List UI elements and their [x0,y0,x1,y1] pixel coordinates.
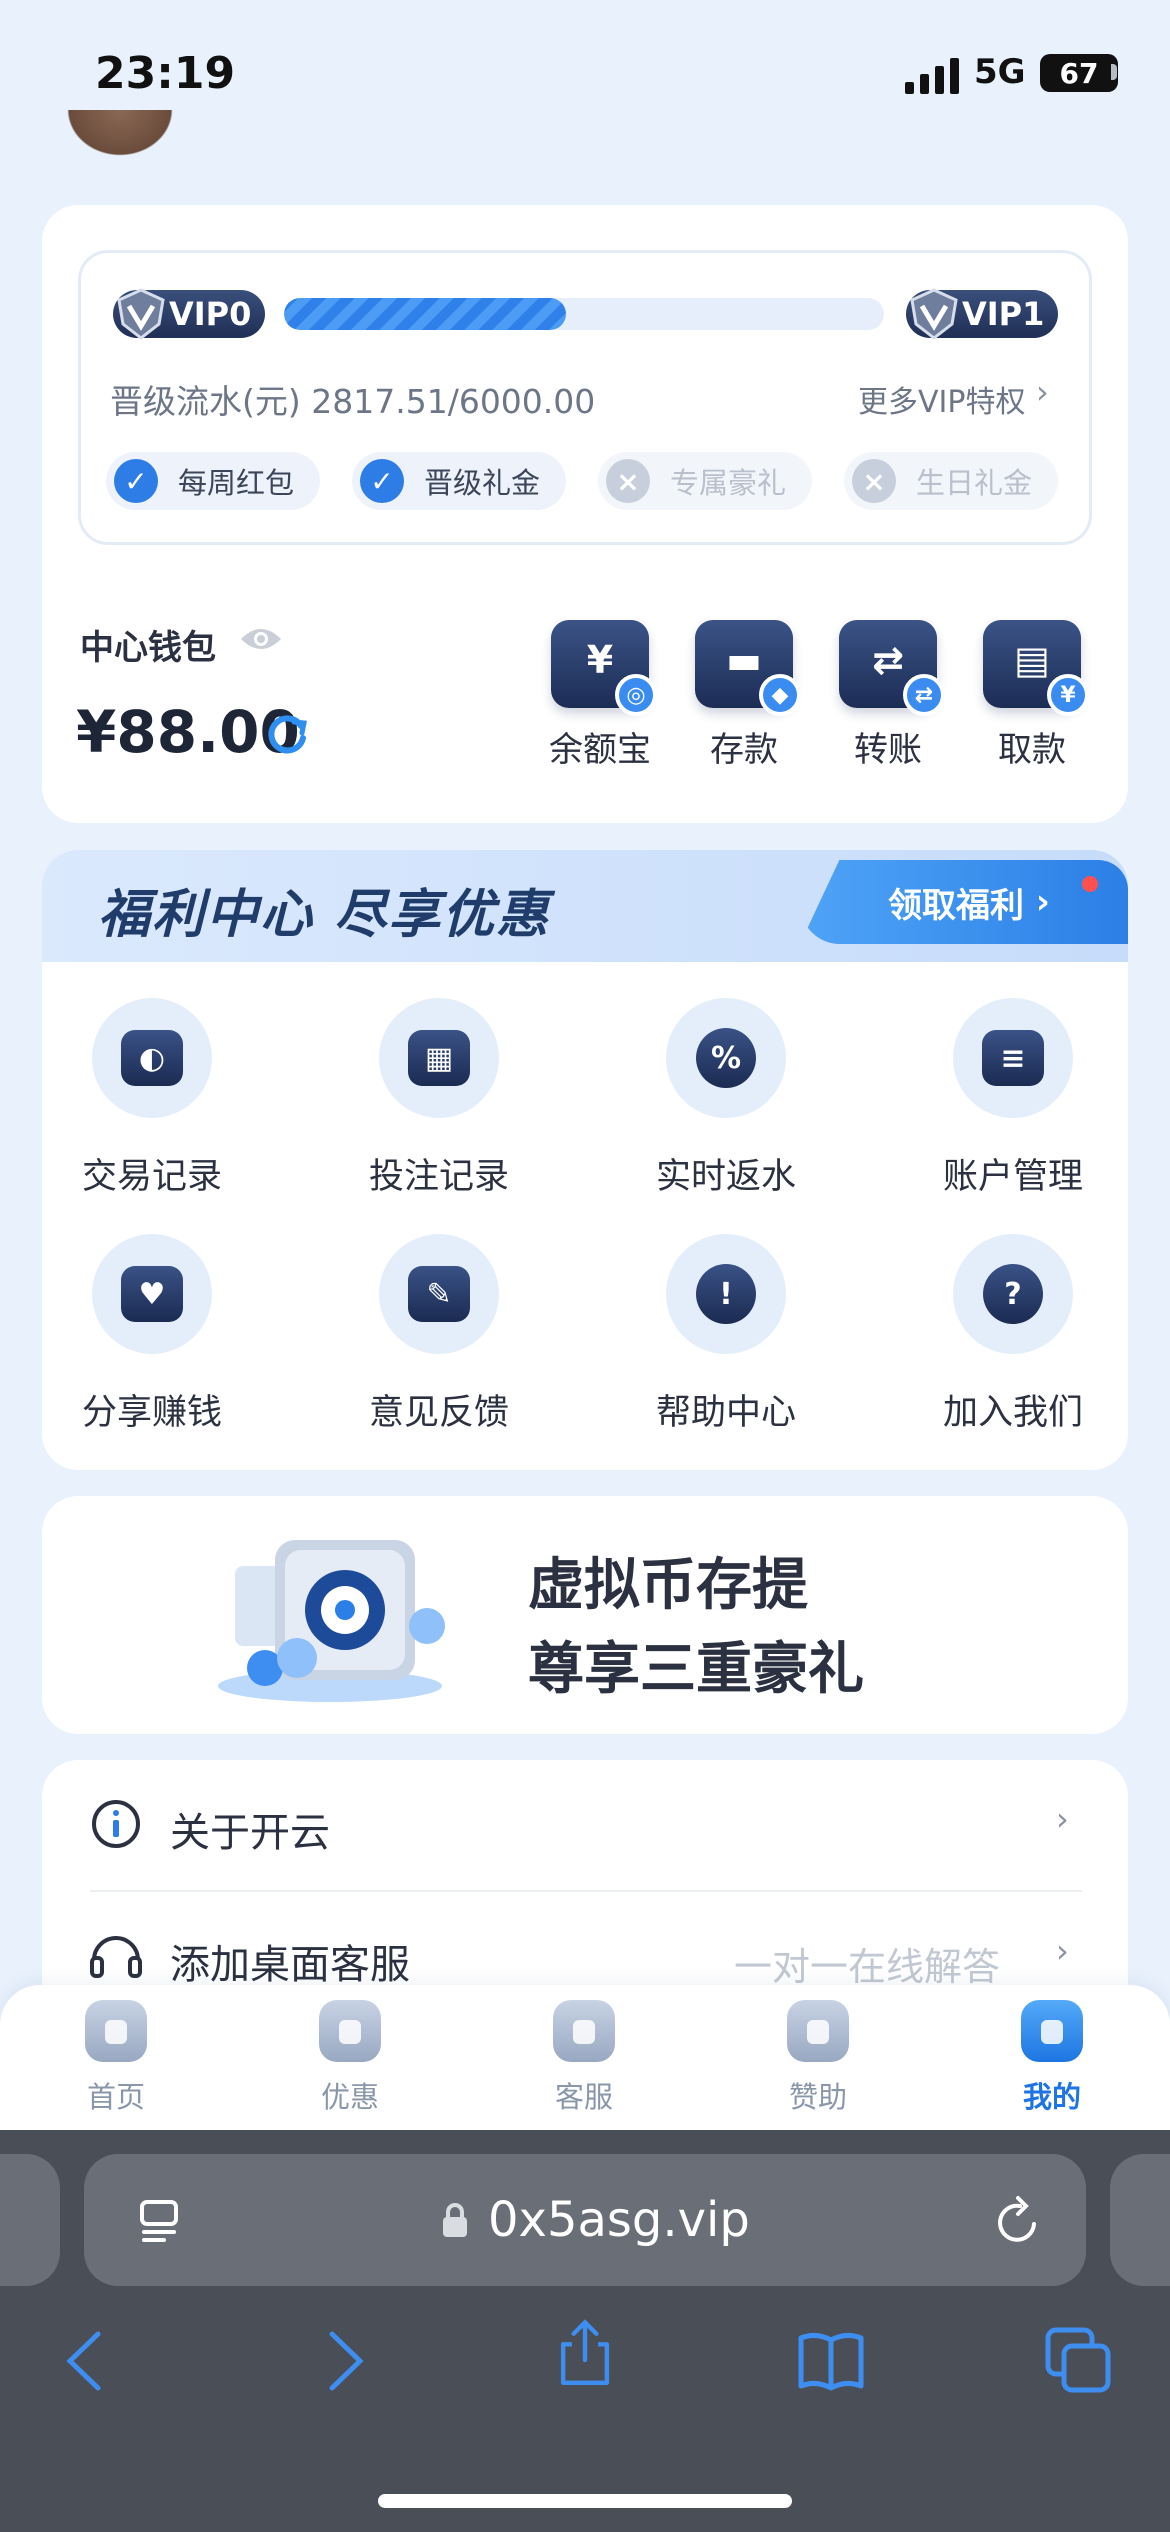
perk-label: 晋级礼金 [424,466,541,500]
cross-icon: × [606,459,650,503]
battery-level: 67 [1059,56,1099,90]
grid-join-us[interactable]: ? 加入我们 [913,1234,1113,1435]
headset-icon [553,2000,615,2062]
question-icon: ? [953,1234,1073,1354]
percent-badge-icon: % [666,998,786,1118]
more-vip-link[interactable]: 更多VIP特权 [858,377,1025,421]
wallet-icon: ◐ [92,998,212,1118]
tab-mine[interactable]: 我的 [982,2000,1122,2116]
vip-progress-text: 晋级流水(元) 2817.51/6000.00 [110,382,596,421]
banner-headline: 虚拟币存提 [528,1553,808,1618]
divider [90,1890,1082,1892]
home-icon [85,2000,147,2062]
grid-transaction-records[interactable]: ◐ 交易记录 [52,998,252,1199]
grid-account-management[interactable]: ≡ 账户管理 [913,998,1113,1199]
signal-icon [905,58,959,94]
transfer-icon: ⇄ ⇄ [839,620,945,716]
notification-dot [1082,876,1098,892]
check-icon: ✓ [114,459,158,503]
grid-share-earn[interactable]: ♥ 分享赚钱 [52,1234,252,1435]
cross-icon: × [852,459,896,503]
profile-icon [1021,2000,1083,2062]
chevron-right-icon[interactable]: › [1056,1800,1069,1838]
transfer-button[interactable]: ⇄ ⇄ 转账 [828,620,948,771]
adjacent-tab-right[interactable] [1110,2154,1170,2286]
vip-progress-fill [284,298,566,330]
lock-icon [443,2203,467,2237]
withdraw-label: 取款 [998,730,1066,770]
vip-progress-bar [284,298,884,330]
battery-icon: 67 [1040,54,1118,92]
perk-exclusive-gift: × 专属豪礼 [598,452,812,510]
claim-welfare-label: 领取福利 [888,885,1024,926]
reader-icon[interactable] [134,2196,184,2246]
vip-shield-icon [117,288,165,340]
withdraw-button[interactable]: ▤ ¥ 取款 [972,620,1092,771]
info-icon [92,1800,140,1848]
tab-promotions[interactable]: 优惠 [280,2000,420,2116]
vip-current-label: VIP0 [169,295,252,333]
deposit-icon: ▬ ◆ [695,620,801,716]
edit-note-icon: ✎ [379,1234,499,1354]
vip-shield-icon [910,288,958,340]
tabs-icon[interactable] [1044,2326,1114,2396]
url-text[interactable]: 0x5asg.vip [488,2192,750,2248]
vip-current-badge: VIP0 [113,288,265,340]
alert-icon: ! [666,1234,786,1354]
tab-sponsor[interactable]: 赞助 [748,2000,888,2116]
grid-bet-records[interactable]: ▦ 投注记录 [339,998,539,1199]
wallet-label: 中心钱包 [80,628,216,668]
perk-weekly-redpacket: ✓ 每周红包 [106,452,320,510]
banner-subline: 尊享三重豪礼 [528,1637,864,1702]
add-desktop-service-hint: 一对一在线解答 [734,1945,1001,1989]
eye-icon[interactable] [238,622,284,656]
welfare-title: 福利中心 尽享优惠 [98,885,551,945]
refresh-icon[interactable] [264,710,310,756]
forward-icon[interactable] [306,2326,376,2396]
perk-label: 专属豪礼 [670,466,787,500]
yuebao-icon: ¥ ◎ [551,620,657,716]
yuebao-button[interactable]: ¥ ◎ 余额宝 [540,620,660,771]
vip-next-badge: VIP1 [906,288,1058,340]
chevron-right-icon[interactable]: › [1036,373,1049,411]
tab-home[interactable]: 首页 [46,2000,186,2116]
reload-icon[interactable] [990,2194,1046,2250]
tab-customer-service[interactable]: 客服 [514,2000,654,2116]
network-type: 5G [974,52,1026,92]
withdraw-icon: ▤ ¥ [983,620,1089,716]
grid-feedback[interactable]: ✎ 意见反馈 [339,1234,539,1435]
safe-illustration [218,1540,445,1702]
deposit-label: 存款 [710,730,778,770]
grid-realtime-rebate[interactable]: % 实时返水 [626,998,826,1199]
adjacent-tab-left[interactable] [0,2154,60,2286]
check-icon: ✓ [360,459,404,503]
claim-welfare-button[interactable]: 领取福利 › [800,860,1128,944]
perk-label: 生日礼金 [916,466,1033,500]
transfer-label: 转账 [854,730,922,770]
grid-help-center[interactable]: ! 帮助中心 [626,1234,826,1435]
perk-label: 每周红包 [178,466,295,500]
vip-next-label: VIP1 [962,295,1045,333]
chevron-right-icon[interactable]: › [1056,1932,1069,1970]
battery-tip [1111,64,1117,80]
yuebao-label: 余额宝 [549,730,651,770]
perk-birthday-bonus: × 生日礼金 [844,452,1058,510]
deposit-button[interactable]: ▬ ◆ 存款 [684,620,804,771]
gift-icon [319,2000,381,2062]
headset-icon [90,1936,142,1978]
status-time: 23:19 [95,48,236,99]
back-icon[interactable] [54,2326,124,2396]
add-desktop-service-label[interactable]: 添加桌面客服 [170,1932,410,1990]
avatar[interactable] [60,110,180,162]
bookmarks-icon[interactable] [796,2326,866,2396]
handshake-icon: ♥ [92,1234,212,1354]
calendar-icon: ▦ [379,998,499,1118]
id-card-icon: ≡ [953,998,1073,1118]
medal-icon [787,2000,849,2062]
share-icon[interactable] [550,2318,620,2388]
home-indicator [378,2494,792,2508]
about-item-label[interactable]: 关于开云 [170,1800,330,1858]
perk-upgrade-bonus: ✓ 晋级礼金 [352,452,566,510]
